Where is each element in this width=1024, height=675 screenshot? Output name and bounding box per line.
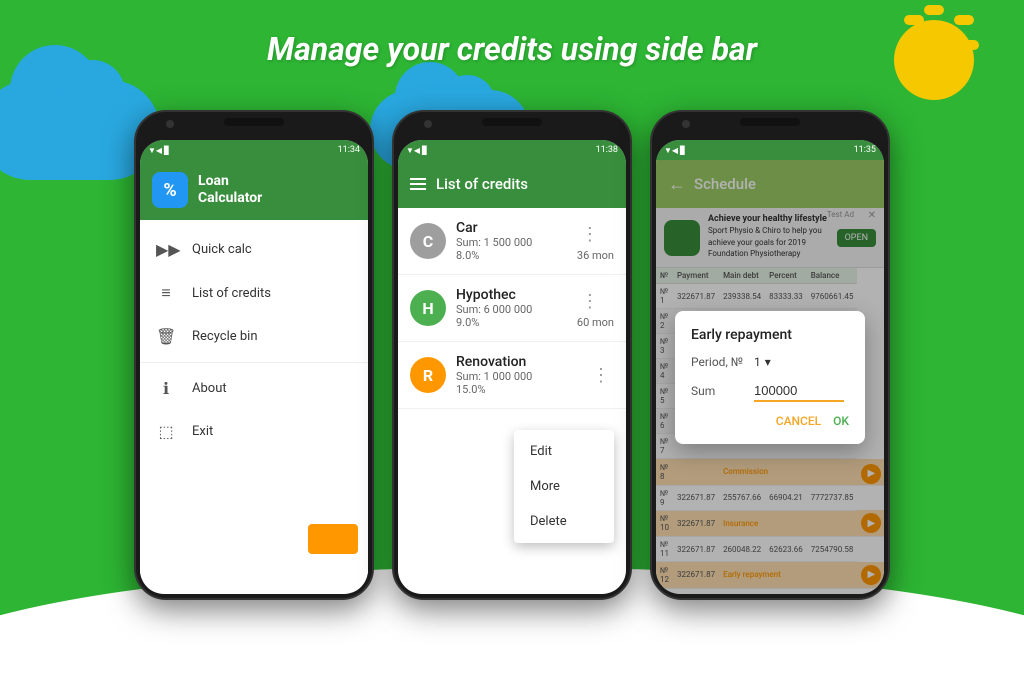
- sidebar-item-label: Recycle bin: [192, 329, 258, 344]
- list-credits-icon: ≡: [156, 283, 176, 303]
- duration-hypothec: 60 mon: [577, 316, 614, 329]
- sidebar-item-label: Quick calc: [192, 242, 252, 257]
- context-menu: Edit More Delete: [514, 430, 614, 543]
- sidebar-item-list-credits[interactable]: ≡ List of credits: [140, 271, 368, 315]
- dialog-actions: CANCEL OK: [691, 414, 849, 428]
- cancel-button[interactable]: CANCEL: [776, 414, 821, 428]
- context-menu-delete[interactable]: Delete: [514, 504, 614, 539]
- phone-2-screen: ▼◀ ▊ 11:38 List of credits C Car Sum: 1 …: [398, 140, 626, 594]
- sidebar-menu-list: ▶▶ Quick calc ≡ List of credits 🗑 Recycl…: [140, 220, 368, 461]
- credit-item-renovation[interactable]: R Renovation Sum: 1 000 000 15.0% ⋮: [398, 342, 626, 409]
- sidebar-item-label: Exit: [192, 424, 213, 439]
- headline: Manage your credits using side bar: [0, 30, 1024, 68]
- credit-name-car: Car: [456, 220, 577, 236]
- sidebar-item-label: List of credits: [192, 286, 271, 301]
- phone-3-status-bar: ▼◀ ▊ 11:35: [656, 140, 884, 160]
- period-value: 1: [754, 355, 761, 369]
- credit-avatar-hypothec: H: [410, 290, 446, 326]
- credit-avatar-car: C: [410, 223, 446, 259]
- credit-name-renovation: Renovation: [456, 354, 588, 370]
- credit-item-car[interactable]: C Car Sum: 1 500 000 8.0% ⋮ 36 mon: [398, 208, 626, 275]
- info-icon: ℹ: [156, 379, 176, 398]
- phone-1-time: 11:34: [338, 145, 360, 155]
- phone-2-header: List of credits: [398, 160, 626, 208]
- credit-info-car: Car Sum: 1 500 000 8.0%: [456, 220, 577, 262]
- phone-2-notch: [482, 118, 542, 126]
- more-icon-car[interactable]: ⋮: [577, 220, 614, 249]
- context-menu-edit[interactable]: Edit: [514, 434, 614, 469]
- phone-1-status-bar: ▼◀ ▊ 11:34: [140, 140, 368, 160]
- phone-3-camera: [682, 120, 690, 128]
- quick-calc-icon: ▶▶: [156, 240, 176, 259]
- credit-name-hypothec: Hypothec: [456, 287, 577, 303]
- dialog-period-label: Period, №: [691, 355, 746, 369]
- credit-info-renovation: Renovation Sum: 1 000 000 15.0%: [456, 354, 588, 396]
- credit-percent-car: 8.0%: [456, 249, 577, 262]
- sidebar-item-about[interactable]: ℹ About: [140, 367, 368, 410]
- dialog-sum-row: Sum: [691, 381, 849, 402]
- phone-2-status-bar: ▼◀ ▊ 11:38: [398, 140, 626, 160]
- credit-percent-renovation: 15.0%: [456, 383, 588, 396]
- sum-input[interactable]: [754, 381, 844, 402]
- credit-sum-hypothec: Sum: 6 000 000: [456, 303, 577, 316]
- credit-duration-car: ⋮ 36 mon: [577, 220, 614, 262]
- dialog-period-row: Period, № 1 ▾: [691, 355, 849, 369]
- sidebar-menu: ▶▶ Quick calc ≡ List of credits 🗑 Recycl…: [140, 220, 368, 574]
- phone-2-camera: [424, 120, 432, 128]
- phone-2: ▼◀ ▊ 11:38 List of credits C Car Sum: 1 …: [392, 110, 632, 600]
- phone-3: ▼◀ ▊ 11:35 ← Schedule Test Ad ✕ Achieve …: [650, 110, 890, 600]
- hamburger-menu-icon[interactable]: [410, 178, 426, 190]
- app-title: Loan Calculator: [198, 173, 262, 207]
- phone-3-content: ← Schedule Test Ad ✕ Achieve your health…: [656, 160, 884, 594]
- credit-item-hypothec[interactable]: H Hypothec Sum: 6 000 000 9.0% ⋮ 60 mon: [398, 275, 626, 342]
- duration-car: 36 mon: [577, 249, 614, 262]
- ok-button[interactable]: OK: [833, 414, 849, 428]
- phone-1-header: % Loan Calculator: [140, 160, 368, 220]
- credit-percent-hypothec: 9.0%: [456, 316, 577, 329]
- phone-1-content: % Loan Calculator ▶▶ Quick calc: [140, 160, 368, 594]
- trash-icon: 🗑: [156, 327, 176, 346]
- credit-sum-renovation: Sum: 1 000 000: [456, 370, 588, 383]
- phone-2-content: List of credits C Car Sum: 1 500 000 8.0…: [398, 160, 626, 594]
- phones-container: ▼◀ ▊ 11:34 % Loan Calculator: [0, 110, 1024, 600]
- sidebar-item-recycle-bin[interactable]: 🗑 Recycle bin: [140, 315, 368, 358]
- phone-3-time: 11:35: [854, 145, 876, 155]
- list-of-credits-title: List of credits: [436, 175, 528, 193]
- more-icon-renovation[interactable]: ⋮: [588, 361, 614, 390]
- dialog-sum-label: Sum: [691, 384, 746, 398]
- phone-2-time: 11:38: [596, 145, 618, 155]
- loan-calculator-logo: %: [152, 172, 188, 208]
- more-icon-hypothec[interactable]: ⋮: [577, 287, 614, 316]
- sidebar-divider: [140, 362, 368, 363]
- phone-1-screen: ▼◀ ▊ 11:34 % Loan Calculator: [140, 140, 368, 594]
- phone-1: ▼◀ ▊ 11:34 % Loan Calculator: [134, 110, 374, 600]
- phone-3-screen: ▼◀ ▊ 11:35 ← Schedule Test Ad ✕ Achieve …: [656, 140, 884, 594]
- credit-avatar-renovation: R: [410, 357, 446, 393]
- early-repayment-dialog-overlay: Early repayment Period, № 1 ▾ Sum: [656, 160, 884, 594]
- credit-sum-car: Sum: 1 500 000: [456, 236, 577, 249]
- chevron-down-icon: ▾: [765, 355, 771, 369]
- sidebar-item-quick-calc[interactable]: ▶▶ Quick calc: [140, 228, 368, 271]
- orange-button[interactable]: [308, 524, 358, 554]
- context-menu-more[interactable]: More: [514, 469, 614, 504]
- credit-duration-hypothec: ⋮ 60 mon: [577, 287, 614, 329]
- sidebar-item-exit[interactable]: ⬚ Exit: [140, 410, 368, 453]
- early-repayment-dialog: Early repayment Period, № 1 ▾ Sum: [675, 311, 865, 444]
- exit-icon: ⬚: [156, 422, 176, 441]
- phone-1-notch: [224, 118, 284, 126]
- credit-info-hypothec: Hypothec Sum: 6 000 000 9.0%: [456, 287, 577, 329]
- credit-actions-renovation: ⋮: [588, 361, 614, 390]
- sidebar-item-label: About: [192, 381, 227, 396]
- phone-3-notch: [740, 118, 800, 126]
- phone-1-camera: [166, 120, 174, 128]
- dialog-title: Early repayment: [691, 327, 849, 343]
- period-dropdown[interactable]: 1 ▾: [754, 355, 771, 369]
